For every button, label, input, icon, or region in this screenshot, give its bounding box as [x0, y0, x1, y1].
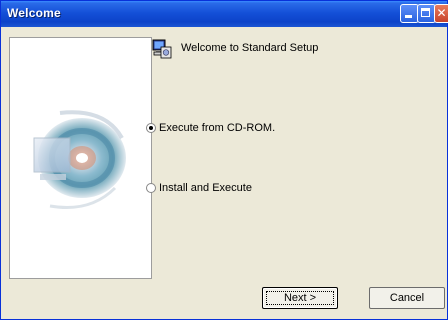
- title-bar[interactable]: Welcome ✕: [1, 1, 448, 27]
- option-label-install-execute[interactable]: Install and Execute: [159, 182, 252, 194]
- window-title: Welcome: [7, 6, 61, 20]
- banner-panel: [9, 37, 152, 279]
- option-label-execute-cd[interactable]: Execute from CD-ROM.: [159, 122, 275, 134]
- focus-rect: [266, 291, 334, 305]
- maximize-icon: [421, 8, 430, 17]
- cancel-button[interactable]: Cancel: [369, 287, 445, 309]
- cd-disc-illustration: [33, 110, 126, 210]
- radio-execute-cd[interactable]: [146, 123, 156, 133]
- page-heading: Welcome to Standard Setup: [181, 42, 319, 54]
- computer-setup-icon: [152, 39, 172, 59]
- close-button[interactable]: ✕: [434, 4, 448, 23]
- setup-window: Welcome ✕ Welcome to Standard Setup Exec…: [0, 0, 448, 320]
- minimize-icon: [405, 15, 412, 18]
- dialog-body: Welcome to Standard Setup Execute from C…: [4, 27, 445, 318]
- close-icon: ✕: [436, 6, 447, 20]
- cancel-button-label: Cancel: [389, 292, 425, 304]
- next-button[interactable]: Next >: [262, 287, 338, 309]
- radio-selected-dot: [149, 126, 153, 130]
- radio-install-execute[interactable]: [146, 183, 156, 193]
